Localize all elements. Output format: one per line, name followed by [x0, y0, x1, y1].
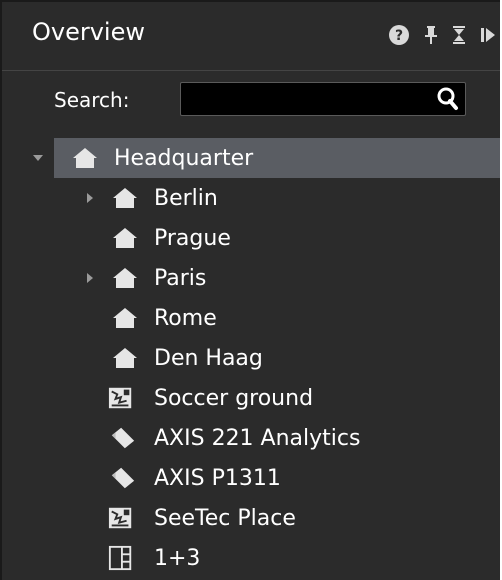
home-icon: [112, 305, 138, 331]
search-box[interactable]: [180, 82, 466, 116]
tree-item-berlin[interactable]: Berlin: [2, 178, 500, 218]
pin-icon[interactable]: [424, 25, 438, 45]
search-label: Search:: [54, 88, 130, 112]
tree-item-label: SeeTec Place: [154, 505, 296, 531]
panel-header: Overview ?: [2, 2, 500, 71]
tree-item-rome[interactable]: Rome: [2, 298, 500, 338]
tree-item-label: Soccer ground: [154, 385, 314, 411]
collapsed-arrow-icon[interactable]: [84, 272, 96, 284]
search-input[interactable]: [187, 85, 431, 115]
tree-item-paris[interactable]: Paris: [2, 258, 500, 298]
overview-panel: Overview ? Search: Headquarter Berlin Pr…: [0, 0, 500, 580]
camera-icon: [110, 425, 136, 451]
camera-icon: [110, 465, 136, 491]
collapsed-arrow-icon[interactable]: [84, 192, 96, 204]
tree-item-label: Berlin: [154, 185, 218, 211]
map-icon: [108, 505, 134, 531]
tree-item-prague[interactable]: Prague: [2, 218, 500, 258]
tree-item-den-haag[interactable]: Den Haag: [2, 338, 500, 378]
tree-item-label: AXIS P1311: [154, 465, 281, 491]
home-icon: [112, 265, 138, 291]
tree-item-label: Rome: [154, 305, 217, 331]
search-icon[interactable]: [435, 86, 461, 116]
home-icon: [112, 225, 138, 251]
layout-icon: [108, 545, 134, 571]
search-row: Search:: [2, 82, 500, 118]
home-icon: [112, 345, 138, 371]
collapse-icon[interactable]: [452, 25, 466, 45]
location-tree: Headquarter Berlin Prague Paris Rome Den…: [2, 138, 500, 578]
dock-icon[interactable]: [480, 25, 496, 45]
tree-item-layout-1-3[interactable]: 1+3: [2, 538, 500, 578]
tree-item-label: Paris: [154, 265, 207, 291]
expanded-arrow-icon[interactable]: [32, 152, 44, 164]
svg-text:?: ?: [395, 28, 403, 44]
panel-title: Overview: [32, 18, 145, 46]
help-icon[interactable]: ?: [388, 24, 410, 46]
tree-item-axis-221-analytics[interactable]: AXIS 221 Analytics: [2, 418, 500, 458]
home-icon: [72, 145, 98, 171]
tree-item-label: Headquarter: [114, 145, 254, 171]
tree-item-label: Den Haag: [154, 345, 263, 371]
map-icon: [108, 385, 134, 411]
tree-item-label: Prague: [154, 225, 231, 251]
tree-item-axis-p1311[interactable]: AXIS P1311: [2, 458, 500, 498]
tree-item-seetec-place[interactable]: SeeTec Place: [2, 498, 500, 538]
tree-item-soccer-ground[interactable]: Soccer ground: [2, 378, 500, 418]
tree-item-label: 1+3: [154, 545, 201, 571]
home-icon: [112, 185, 138, 211]
panel-toolbar: ?: [388, 24, 496, 46]
tree-item-headquarter[interactable]: Headquarter: [33, 138, 500, 178]
tree-item-label: AXIS 221 Analytics: [154, 425, 361, 451]
